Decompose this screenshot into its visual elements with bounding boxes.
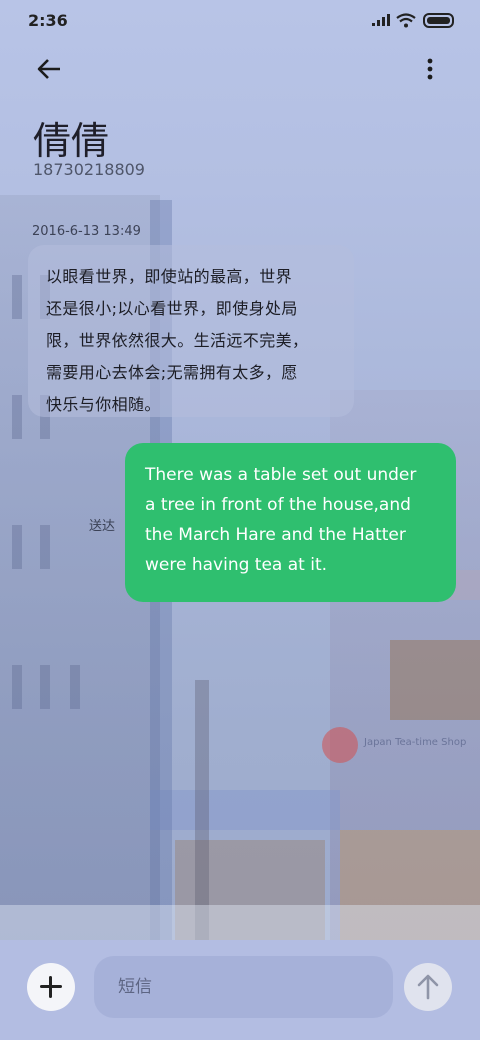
incoming-message-line: 快乐与你相随。 [46, 395, 161, 414]
contact-name: 倩倩 [33, 119, 110, 163]
outgoing-message-line: a tree in front of the house,and [145, 495, 411, 515]
delivery-status: 送达 [89, 519, 116, 534]
contact-phone-number: 18730218809 [33, 160, 145, 179]
status-bar: 2:36 [0, 0, 480, 42]
background-tree [195, 680, 209, 940]
send-button[interactable] [404, 963, 452, 1011]
message-input-placeholder: 短信 [118, 977, 152, 997]
outgoing-message-line: There was a table set out under [145, 465, 417, 485]
status-time: 2:36 [28, 11, 68, 30]
back-arrow-icon[interactable] [34, 54, 64, 84]
message-input[interactable]: 短信 [94, 956, 393, 1018]
outgoing-message-line: were having tea at it. [145, 555, 328, 575]
background-shop-sign: Japan Tea-time Shop [364, 737, 467, 748]
outgoing-message-bubble[interactable]: There was a table set out under a tree i… [125, 443, 456, 602]
background-snow [0, 905, 480, 940]
incoming-message-line: 以眼看世界，即使站的最高，世界 [46, 267, 293, 286]
wifi-icon [396, 13, 416, 28]
arrow-up-icon [417, 974, 439, 1000]
add-attachment-button[interactable] [27, 963, 75, 1011]
more-vertical-icon[interactable] [418, 54, 442, 84]
outgoing-message-line: the March Hare and the Hatter [145, 525, 406, 545]
battery-icon [423, 13, 454, 28]
signal-icon [372, 14, 390, 26]
background-shop-window [390, 640, 480, 720]
background-shop-logo [322, 727, 358, 763]
incoming-message-line: 需要用心去体会;无需拥有太多，愿 [46, 363, 298, 382]
background-banner [150, 790, 340, 830]
incoming-message-line: 还是很小;以心看世界，即使身处局 [46, 299, 298, 318]
message-timestamp: 2016-6-13 13:49 [32, 224, 141, 239]
incoming-message-bubble[interactable]: 以眼看世界，即使站的最高，世界 还是很小;以心看世界，即使身处局 限，世界依然很… [28, 245, 354, 417]
incoming-message-line: 限，世界依然很大。生活远不完美， [46, 331, 309, 350]
